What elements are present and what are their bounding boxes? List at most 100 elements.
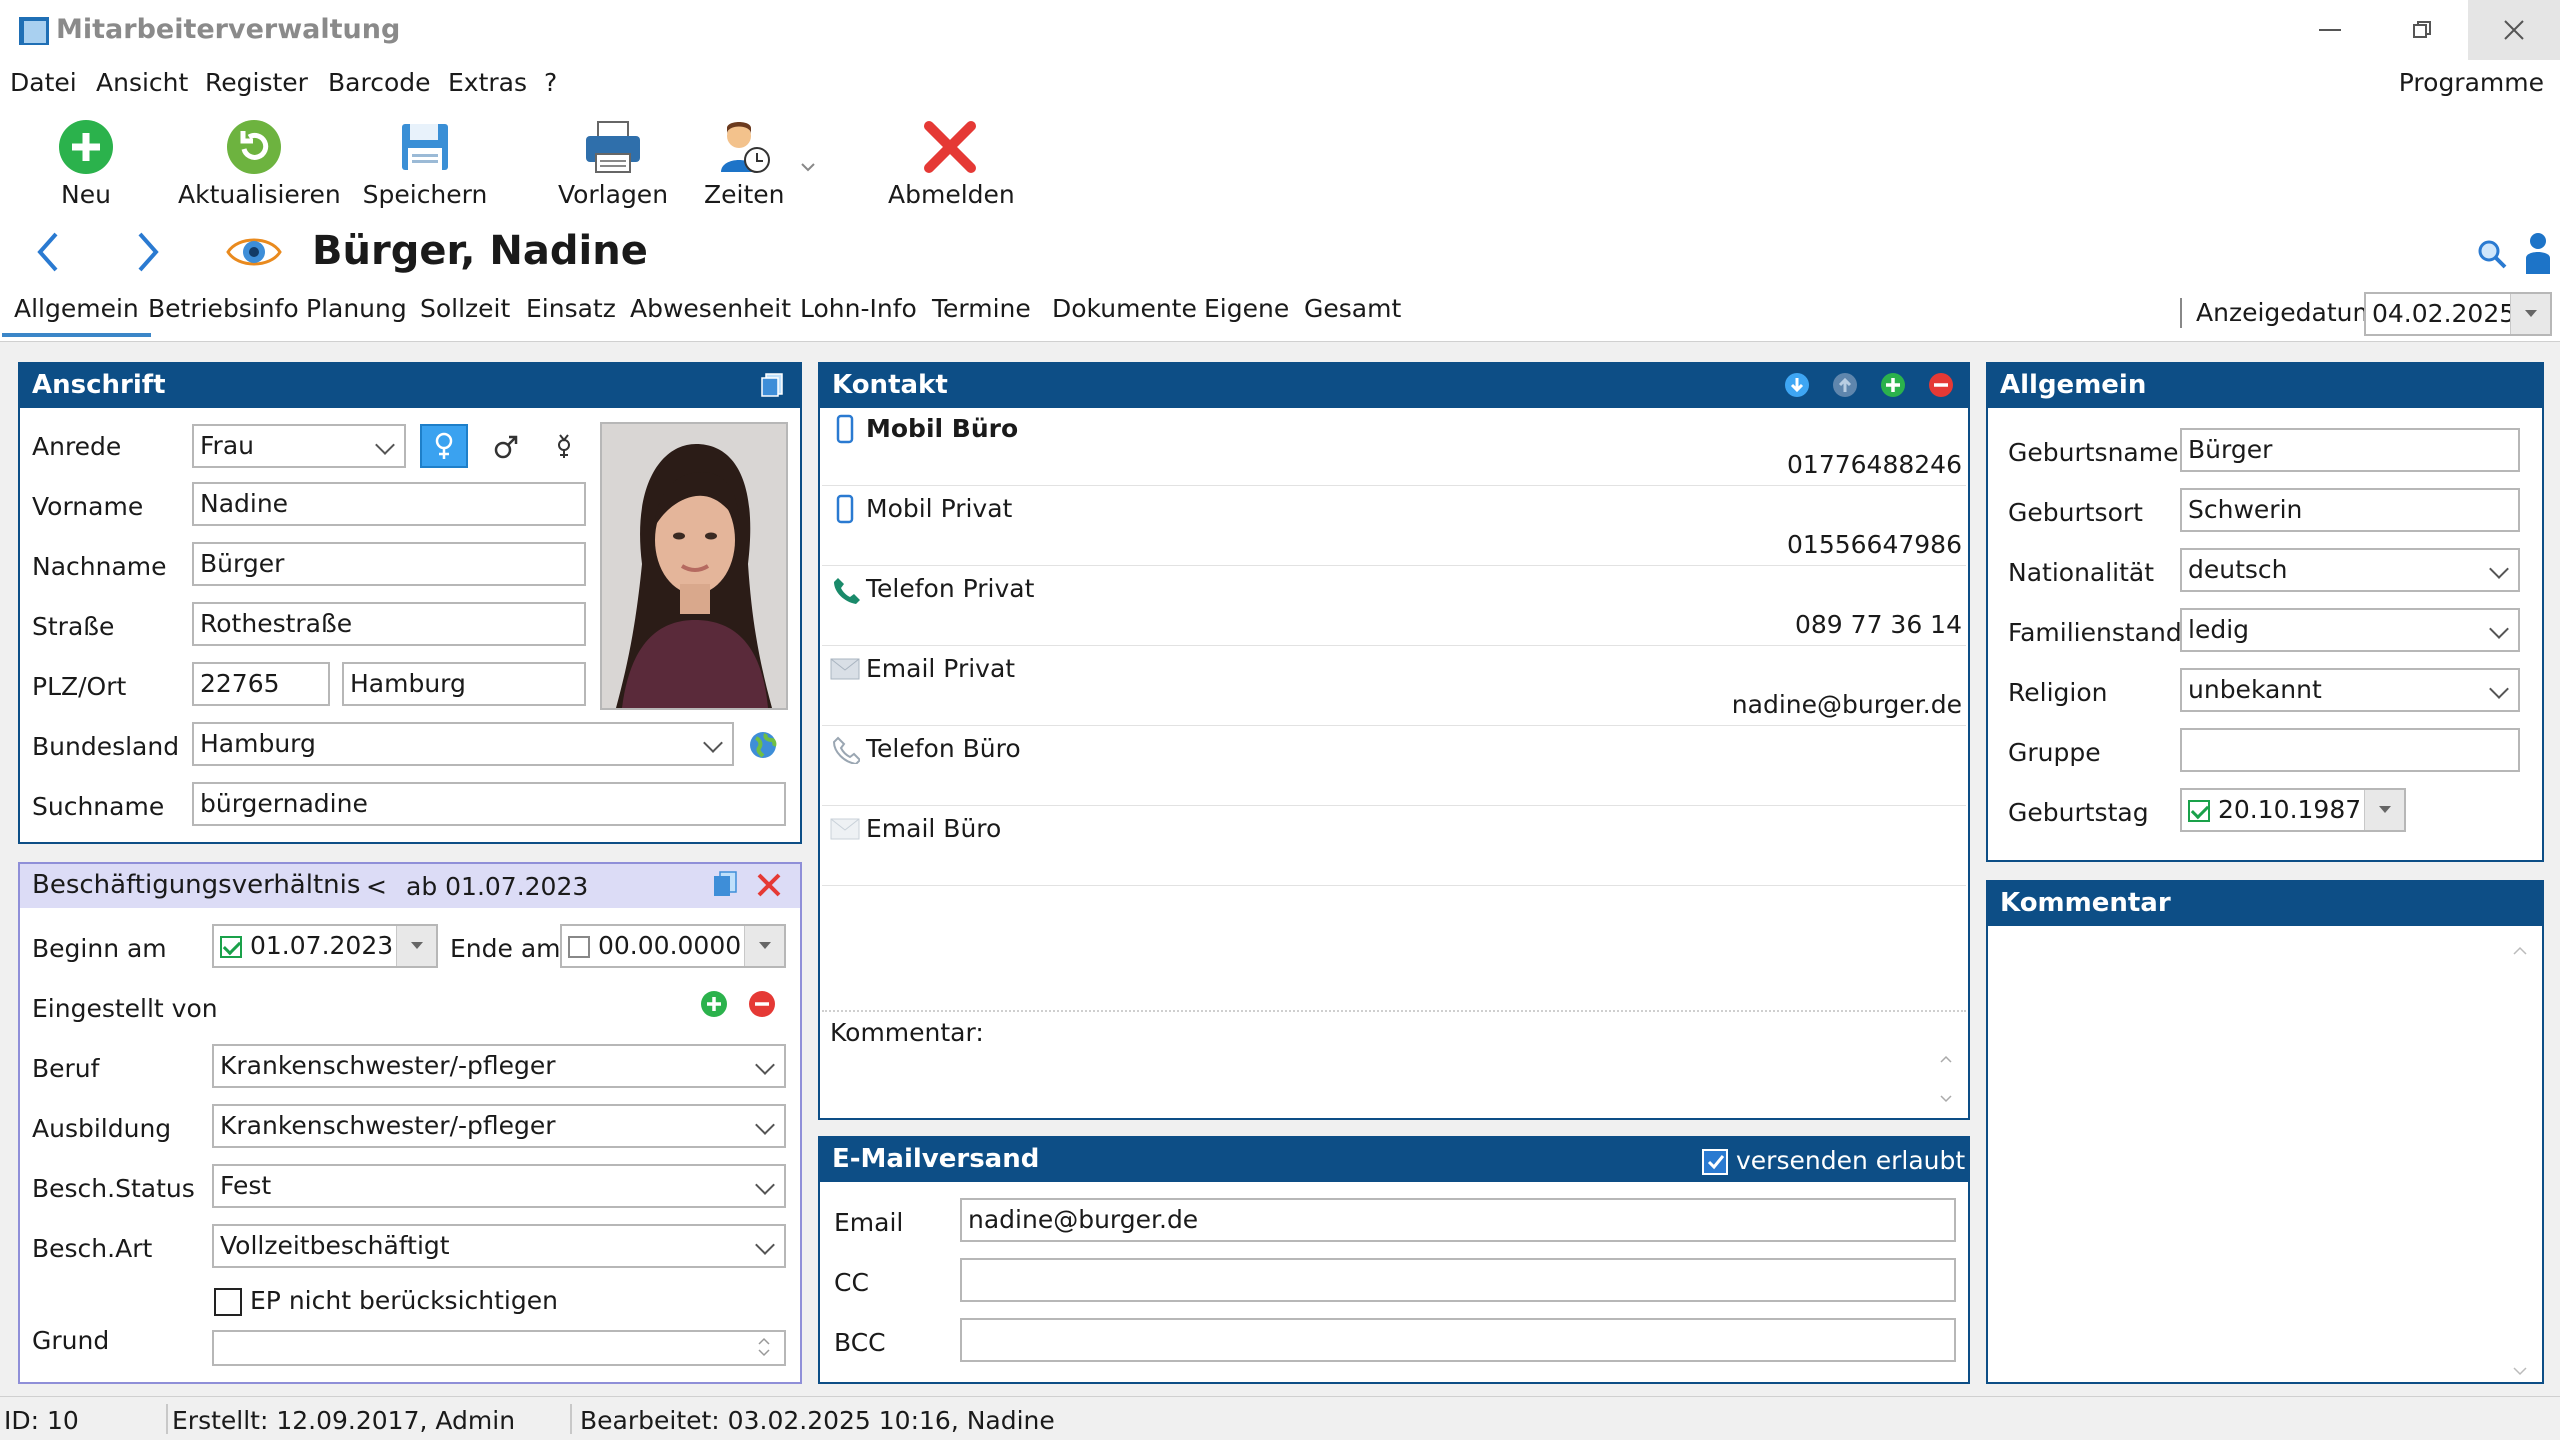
employment-status-select[interactable]: Fest [212,1164,786,1208]
tab-betriebsinfo[interactable]: Betriebsinfo [148,294,299,323]
email-input[interactable]: nadine@burger.de [960,1198,1956,1242]
minimize-icon [2319,29,2341,31]
end-date-dropdown[interactable] [744,926,784,966]
remove-contact-button[interactable] [1928,372,1954,404]
menu-help[interactable]: ? [544,68,557,97]
city-input[interactable]: Hamburg [342,662,586,706]
contact-row-phone-office[interactable]: Telefon Büro [822,726,1966,806]
comment-textarea[interactable] [1992,928,2512,1376]
move-up-button[interactable] [1832,372,1858,404]
birthday-dropdown[interactable] [2364,790,2404,830]
reason-input[interactable] [212,1330,786,1366]
contact-comment-scroll[interactable] [1938,1052,1954,1114]
add-hired-by-button[interactable] [700,990,728,1024]
marital-status-select[interactable]: ledig [2180,608,2520,652]
window-title: Mitarbeiterverwaltung [56,14,401,45]
next-record-button[interactable] [136,230,162,280]
birthday-date-picker[interactable]: 20.10.1987 [2180,788,2406,832]
employee-photo[interactable] [600,422,788,710]
cc-input[interactable] [960,1258,1956,1302]
lastname-input[interactable]: Bürger [192,542,586,586]
end-label: Ende am [450,934,561,963]
begin-date-picker[interactable]: 01.07.2023 [212,924,438,968]
tab-eigene[interactable]: Eigene [1204,294,1289,323]
times-button[interactable]: Zeiten [704,118,784,209]
menu-barcode[interactable]: Barcode [328,68,431,97]
menu-programme[interactable]: Programme [2399,68,2544,97]
map-button[interactable] [748,730,778,766]
birthname-input[interactable]: Bürger [2180,428,2520,472]
contact-row-phone-private[interactable]: Telefon Privat 089 77 36 14 [822,566,1966,646]
restore-button[interactable] [2376,0,2468,60]
save-button[interactable]: Speichern [360,118,490,209]
menu-ansicht[interactable]: Ansicht [96,68,188,97]
begin-date-checkbox[interactable] [220,936,242,958]
move-down-button[interactable] [1784,372,1810,404]
female-gender-button[interactable] [420,424,468,468]
firstname-input[interactable]: Nadine [192,482,586,526]
tab-abwesenheit[interactable]: Abwesenheit [630,294,791,323]
menu-extras[interactable]: Extras [448,68,527,97]
delete-employment-button[interactable] [756,872,782,904]
end-date-picker[interactable]: 00.00.0000 [560,924,786,968]
contact-row-email-private[interactable]: Email Privat nadine@burger.de [822,646,1966,726]
tab-termine[interactable]: Termine [932,294,1031,323]
training-select[interactable]: Krankenschwester/-pfleger [212,1104,786,1148]
tab-planung[interactable]: Planung [306,294,407,323]
tab-gesamt[interactable]: Gesamt [1304,294,1401,323]
copy-employment-button[interactable] [712,870,738,904]
add-contact-button[interactable] [1880,372,1906,404]
bcc-input[interactable] [960,1318,1956,1362]
comment-scroll-up[interactable] [2512,934,2528,962]
refresh-button[interactable]: Aktualisieren [178,118,341,209]
zip-input[interactable]: 22765 [192,662,330,706]
minimize-button[interactable] [2284,0,2376,60]
tab-allgemein[interactable]: Allgemein [2,294,151,337]
employment-type-select[interactable]: Vollzeitbeschäftigt [212,1224,786,1268]
male-gender-button[interactable] [488,428,524,464]
state-select[interactable]: Hamburg [192,722,734,766]
religion-select[interactable]: unbekannt [2180,668,2520,712]
remove-hired-by-button[interactable] [748,990,776,1024]
times-dropdown-button[interactable] [800,150,816,178]
display-date-picker[interactable]: 04.02.2025 [2364,292,2552,336]
previous-record-button[interactable] [34,230,60,280]
menu-register[interactable]: Register [205,68,308,97]
search-button[interactable] [2476,238,2508,276]
birthday-checkbox[interactable] [2188,800,2210,822]
display-date-dropdown[interactable] [2510,294,2550,334]
new-button[interactable]: Neu [44,118,128,209]
user-button[interactable] [2524,232,2552,280]
street-input[interactable]: Rothestraße [192,602,586,646]
email-allowed-checkbox[interactable] [1702,1149,1728,1175]
reason-spin[interactable] [756,1334,772,1366]
group-input[interactable] [2180,728,2520,772]
diverse-gender-button[interactable] [546,428,582,464]
ep-option[interactable]: EP nicht berücksichtigen [214,1286,558,1316]
end-date-checkbox[interactable] [568,936,590,958]
employment-previous-button[interactable]: < [366,872,387,901]
searchname-input[interactable]: bürgernadine [192,782,786,826]
contact-row-mobile-private[interactable]: Mobil Privat 01556647986 [822,486,1966,566]
tab-sollzeit[interactable]: Sollzeit [420,294,510,323]
job-select[interactable]: Krankenschwester/-pfleger [212,1044,786,1088]
contact-comment-input[interactable] [830,1050,1940,1112]
view-record-button[interactable] [226,232,282,278]
templates-button[interactable]: Vorlagen [556,118,670,209]
comment-scroll-down[interactable] [2512,1354,2528,1382]
nationality-select[interactable]: deutsch [2180,548,2520,592]
close-window-button[interactable] [2468,0,2560,60]
menu-datei[interactable]: Datei [10,68,77,97]
begin-date-dropdown[interactable] [396,926,436,966]
tab-einsatz[interactable]: Einsatz [526,294,616,323]
birthplace-input[interactable]: Schwerin [2180,488,2520,532]
contact-row-email-office[interactable]: Email Büro [822,806,1966,886]
salutation-select[interactable]: Frau [192,424,406,468]
logout-button[interactable]: Abmelden [888,118,1015,209]
tab-dokumente[interactable]: Dokumente [1052,294,1197,323]
copy-address-button[interactable] [760,372,786,404]
ep-checkbox[interactable] [214,1288,242,1316]
email-allowed-option[interactable]: versenden erlaubt [1702,1146,1965,1175]
contact-row-mobile-office[interactable]: Mobil Büro 01776488246 [822,406,1966,486]
tab-lohn-info[interactable]: Lohn-Info [800,294,917,323]
